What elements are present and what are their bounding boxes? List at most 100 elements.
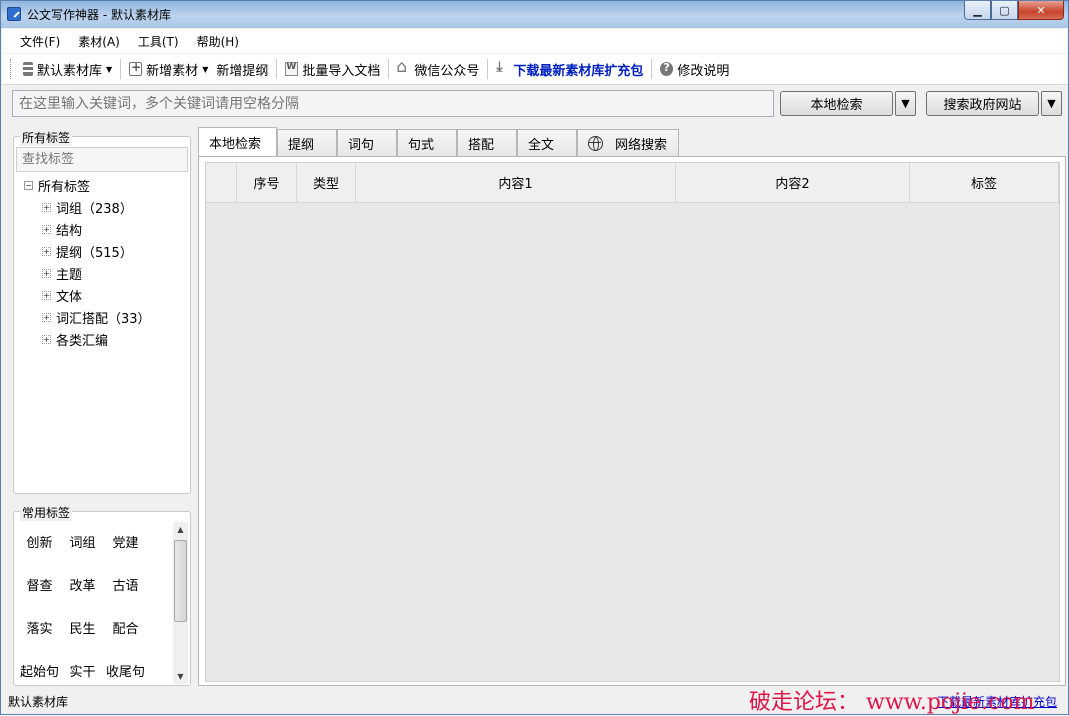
toolbar-separator (276, 59, 278, 79)
app-window: 公文写作神器 - 默认素材库 ▁ ▢ ✕ 文件(F) 素材(A) 工具(T) 帮… (0, 0, 1069, 715)
common-tag[interactable]: 配合 (104, 606, 147, 649)
new-outline-button[interactable]: 新增提纲 (212, 57, 272, 81)
wechat-button[interactable]: 微信公众号 (393, 57, 483, 81)
common-tag[interactable]: 民生 (61, 606, 104, 649)
changelog-label: 修改说明 (677, 63, 730, 79)
wechat-label: 微信公众号 (414, 63, 480, 79)
local-search-button[interactable]: 本地检索 (780, 91, 893, 116)
toolbar-separator (487, 59, 489, 79)
column-header-type[interactable]: 类型 (297, 163, 356, 202)
expand-icon[interactable]: + (42, 334, 51, 344)
tree-item[interactable]: + 各类汇编 (24, 328, 151, 350)
common-tag[interactable]: 实干 (61, 649, 104, 692)
tab-phrases[interactable]: 词句 (337, 129, 397, 156)
local-search-dropdown[interactable]: ▼ (895, 91, 916, 116)
help-icon (660, 61, 674, 76)
column-header-selector[interactable] (206, 163, 237, 202)
tree-item[interactable]: + 提纲（515） (24, 240, 151, 262)
close-button[interactable]: ✕ (1018, 1, 1064, 20)
common-tag[interactable]: 古语 (104, 563, 147, 606)
tab-web-search[interactable]: 网络搜索 (577, 129, 679, 156)
tree-root-label: 所有标签 (38, 179, 91, 195)
toolbar-grip[interactable] (10, 59, 13, 79)
download-pack-button[interactable]: 下载最新素材库扩充包 (492, 57, 647, 81)
menu-tools[interactable]: 工具(T) (130, 33, 189, 50)
window-title: 公文写作神器 - 默认素材库 (27, 8, 171, 22)
tree-item[interactable]: + 主题 (24, 262, 151, 284)
tree-item-label: 提纲（515） (56, 245, 133, 261)
tree-item[interactable]: + 结构 (24, 218, 151, 240)
library-dropdown[interactable]: 默认素材库 ▼ (19, 57, 116, 81)
common-tag[interactable]: 起始句 (18, 649, 61, 692)
window-controls: ▁ ▢ ✕ (964, 1, 1064, 20)
column-header-content1[interactable]: 内容1 (356, 163, 676, 202)
changelog-button[interactable]: 修改说明 (656, 57, 733, 81)
menu-material[interactable]: 素材(A) (70, 33, 130, 50)
download-icon (496, 59, 509, 76)
keyword-search-input[interactable] (12, 90, 774, 117)
common-tag[interactable]: 党建 (104, 520, 147, 563)
new-material-label: 新增素材 (146, 63, 199, 79)
common-tag[interactable]: 改革 (61, 563, 104, 606)
download-pack-label: 下载最新素材库扩充包 (513, 63, 644, 79)
gov-search-dropdown[interactable]: ▼ (1041, 91, 1062, 116)
scroll-down-icon[interactable]: ▼ (173, 669, 188, 684)
expand-icon[interactable]: + (42, 202, 51, 212)
all-tags-panel: 所有标签 − 所有标签 + 词组（238） + 结构 + 提纲（515） + 主题 + 文… (13, 129, 191, 494)
tree-item[interactable]: + 词汇搭配（33） (24, 306, 151, 328)
tree-item[interactable]: + 词组（238） (24, 196, 151, 218)
watermark: 破走论坛： www.pojie.com (749, 690, 1035, 715)
tree-item[interactable]: + 文体 (24, 284, 151, 306)
tab-full-text[interactable]: 全文 (517, 129, 577, 156)
column-header-index[interactable]: 序号 (237, 163, 297, 202)
tab-outline[interactable]: 提纲 (277, 129, 337, 156)
menu-bar: 文件(F) 素材(A) 工具(T) 帮助(H) (2, 29, 1067, 53)
expand-icon[interactable]: + (42, 268, 51, 278)
common-tag[interactable]: 创新 (18, 520, 61, 563)
tab-strip: 本地检索 提纲 词句 句式 搭配 全文 网络搜索 (198, 127, 679, 156)
globe-icon (588, 135, 603, 151)
common-tags-grid: 创新 词组 党建 督查 改革 古语 落实 民生 配合 起始句 实干 收尾句 (14, 520, 174, 690)
new-outline-label: 新增提纲 (216, 63, 269, 79)
tab-sentence-patterns[interactable]: 句式 (397, 129, 457, 156)
toolbar-separator (120, 59, 122, 79)
common-tags-panel: 常用标签 创新 词组 党建 督查 改革 古语 落实 民生 配合 起始句 实干 收… (13, 504, 191, 686)
results-panel: 序号 类型 内容1 内容2 标签 (198, 156, 1066, 686)
common-tag[interactable]: 收尾句 (104, 649, 147, 692)
dropdown-arrow-icon: ▼ (1047, 97, 1056, 110)
column-header-content2[interactable]: 内容2 (676, 163, 910, 202)
expand-icon[interactable]: + (42, 246, 51, 256)
gov-search-button[interactable]: 搜索政府网站 (926, 91, 1039, 116)
scroll-up-icon[interactable]: ▲ (173, 522, 188, 537)
common-tag[interactable]: 督查 (18, 563, 61, 606)
tree-root[interactable]: − 所有标签 (24, 174, 151, 196)
common-tag[interactable]: 落实 (18, 606, 61, 649)
common-tags-scrollbar[interactable]: ▲ ▼ (173, 522, 188, 684)
tab-local-search[interactable]: 本地检索 (198, 127, 277, 156)
scroll-thumb[interactable] (174, 540, 187, 622)
expand-icon[interactable]: + (42, 224, 51, 234)
menu-help[interactable]: 帮助(H) (189, 33, 249, 50)
tag-filter-input[interactable] (16, 147, 188, 172)
database-icon (23, 62, 33, 76)
minimize-button[interactable]: ▁ (964, 1, 991, 20)
results-grid[interactable]: 序号 类型 内容1 内容2 标签 (205, 162, 1060, 682)
collapse-icon[interactable]: − (24, 180, 33, 190)
toolbar-separator (651, 59, 653, 79)
common-tag[interactable]: 词组 (61, 520, 104, 563)
column-header-tags[interactable]: 标签 (910, 163, 1059, 202)
batch-import-button[interactable]: 批量导入文档 (281, 57, 384, 81)
toolbar: 默认素材库 ▼ 新增素材 ▼ 新增提纲 批量导入文档 微信公众号 下载最新素材库… (2, 54, 1067, 85)
expand-icon[interactable]: + (42, 290, 51, 300)
new-material-button[interactable]: 新增素材 ▼ (125, 57, 212, 81)
dropdown-arrow-icon: ▼ (106, 64, 113, 74)
maximize-button[interactable]: ▢ (991, 1, 1018, 20)
expand-icon[interactable]: + (42, 312, 51, 322)
grid-header: 序号 类型 内容1 内容2 标签 (206, 163, 1059, 203)
tree-item-label: 各类汇编 (56, 333, 109, 349)
tree-item-label: 结构 (56, 223, 83, 239)
menu-file[interactable]: 文件(F) (12, 33, 70, 50)
tree-item-label: 文体 (56, 289, 83, 305)
tab-collocations[interactable]: 搭配 (457, 129, 517, 156)
library-label: 默认素材库 (37, 63, 103, 79)
